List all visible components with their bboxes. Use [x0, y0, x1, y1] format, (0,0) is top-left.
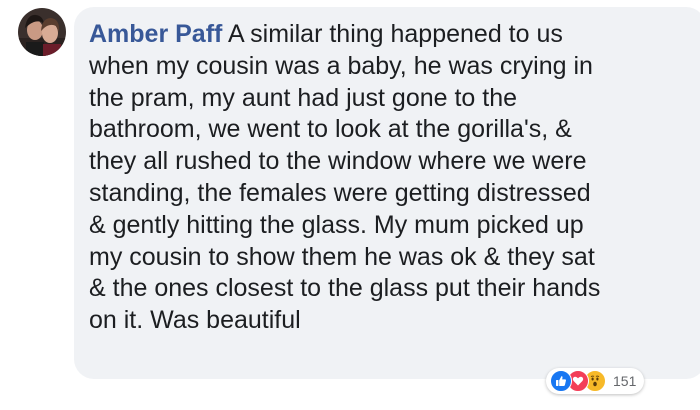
avatar[interactable] [18, 8, 66, 56]
comment-line: bathroom, we went to look at the gorilla… [89, 115, 572, 144]
comment-line: when my cousin was a baby, he was crying… [89, 51, 593, 80]
reactions-summary[interactable]: 151 [546, 368, 645, 394]
comment-line: standing, the females were getting distr… [89, 178, 591, 207]
comment-line: my cousin to show them he was ok & they … [89, 242, 595, 271]
comment-line: & the ones closest to the glass put thei… [89, 274, 601, 303]
profile-photo [18, 8, 66, 56]
comment-text: A similar thing happened to us [222, 20, 563, 48]
comment-line: the pram, my aunt had just gone to the [89, 83, 518, 112]
comment-line: & gently hitting the glass. My mum picke… [89, 210, 584, 239]
comment-line: Amber Paff A similar thing happened to u… [89, 19, 689, 51]
author-name-link[interactable]: Amber Paff [89, 20, 222, 48]
comment-body: Amber Paff A similar thing happened to u… [89, 19, 689, 337]
like-icon [550, 370, 572, 392]
reaction-count: 151 [613, 373, 637, 389]
comment-line: on it. Was beautiful [89, 306, 301, 335]
comment-line: they all rushed to the window where we w… [89, 147, 587, 176]
